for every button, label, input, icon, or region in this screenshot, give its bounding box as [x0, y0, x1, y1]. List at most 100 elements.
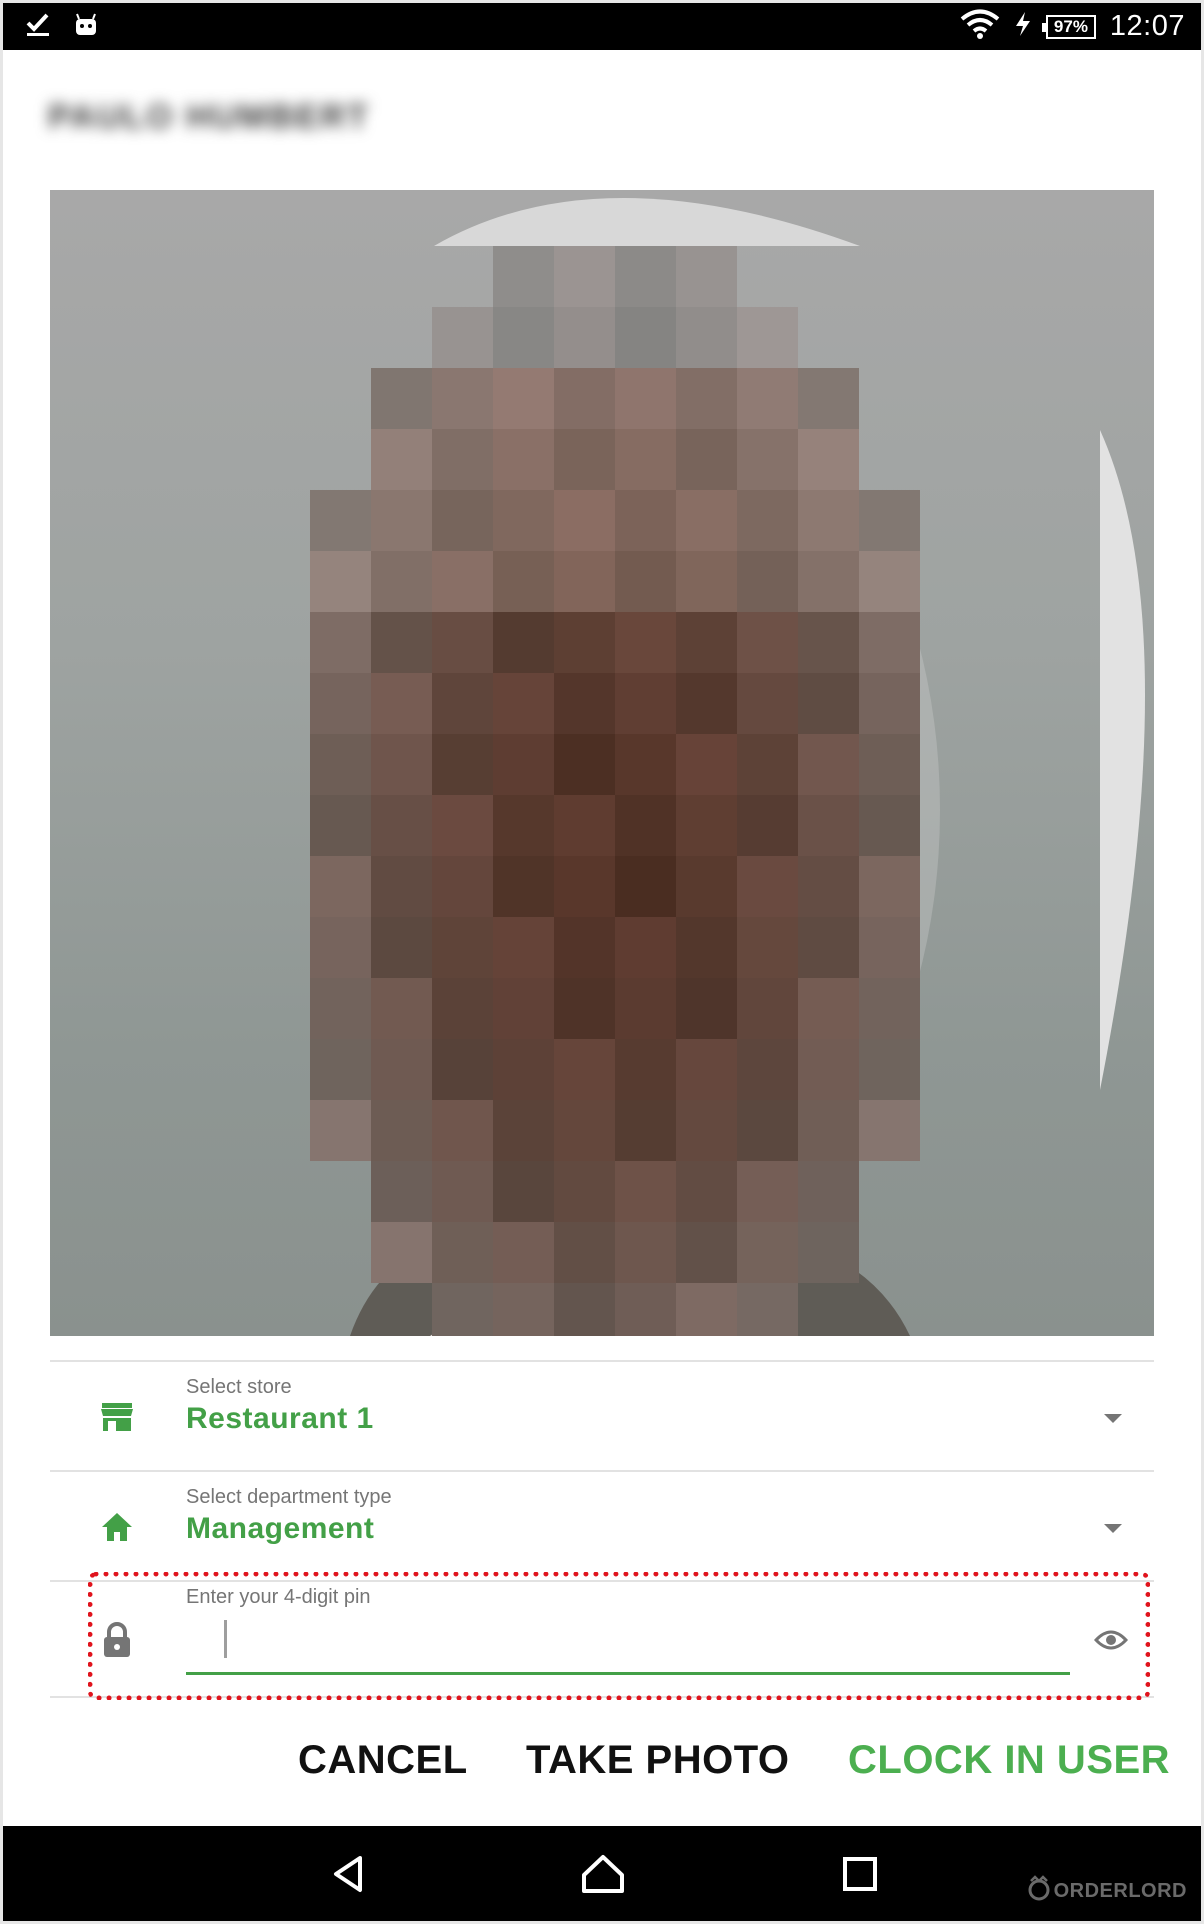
- pixel-block: [432, 307, 493, 368]
- chevron-down-icon[interactable]: [1104, 1414, 1122, 1423]
- pixel-block: [859, 612, 920, 673]
- pixel-block: [676, 246, 737, 307]
- pixel-block: [737, 978, 798, 1039]
- user-name: PAULO HUMBERT: [48, 98, 370, 136]
- department-value[interactable]: Management: [186, 1512, 374, 1546]
- navigation-bar: ORDERLORD: [3, 1826, 1201, 1921]
- pixel-block: [371, 1100, 432, 1161]
- pixel-block: [676, 612, 737, 673]
- charging-icon: [1014, 11, 1032, 42]
- pixel-block: [432, 551, 493, 612]
- pixel-block: [554, 490, 615, 551]
- pixel-block: [737, 1222, 798, 1283]
- pixel-block: [676, 795, 737, 856]
- pixel-block: [554, 551, 615, 612]
- pixel-block: [371, 1161, 432, 1222]
- pixel-block: [310, 490, 371, 551]
- clock-in-user-button[interactable]: CLOCK IN USER: [848, 1738, 1170, 1783]
- pixel-block: [310, 612, 371, 673]
- pixel-block: [859, 1100, 920, 1161]
- pixel-block: [615, 551, 676, 612]
- pixel-block: [615, 1222, 676, 1283]
- pixel-block: [615, 1039, 676, 1100]
- pixel-block: [493, 490, 554, 551]
- pixel-block: [737, 490, 798, 551]
- pixel-block: [798, 917, 859, 978]
- pixel-block: [310, 673, 371, 734]
- pixel-block: [798, 1039, 859, 1100]
- pixel-block: [859, 795, 920, 856]
- pixel-block: [371, 429, 432, 490]
- pixel-block: [554, 795, 615, 856]
- pixel-block: [432, 490, 493, 551]
- pixel-block: [432, 734, 493, 795]
- pixel-block: [737, 612, 798, 673]
- pixel-block: [798, 612, 859, 673]
- recents-icon[interactable]: [815, 1826, 905, 1921]
- pixel-block: [676, 1283, 737, 1336]
- pixel-block: [310, 1100, 371, 1161]
- orderlord-logo: ORDERLORD: [1026, 1875, 1187, 1907]
- pixel-block: [676, 429, 737, 490]
- pixel-block: [737, 551, 798, 612]
- pixel-block: [310, 978, 371, 1039]
- crown-icon: [1026, 1875, 1052, 1907]
- pixel-block: [554, 1100, 615, 1161]
- pixel-block: [432, 673, 493, 734]
- pixel-block: [371, 917, 432, 978]
- pixel-block: [432, 1100, 493, 1161]
- pixel-block: [554, 734, 615, 795]
- home-nav-icon[interactable]: [558, 1826, 648, 1921]
- take-photo-button[interactable]: TAKE PHOTO: [526, 1738, 790, 1783]
- pixel-block: [554, 429, 615, 490]
- chevron-down-icon[interactable]: [1104, 1524, 1122, 1533]
- pixel-block: [371, 978, 432, 1039]
- camera-photo[interactable]: [50, 190, 1154, 1336]
- pixel-block: [676, 551, 737, 612]
- pixel-block: [310, 551, 371, 612]
- pixel-block: [615, 795, 676, 856]
- pixel-block: [798, 1161, 859, 1222]
- pixel-block: [554, 1161, 615, 1222]
- pixel-block: [493, 1161, 554, 1222]
- pixel-block: [615, 612, 676, 673]
- pixel-block: [493, 795, 554, 856]
- pixel-block: [676, 978, 737, 1039]
- pixel-block: [432, 917, 493, 978]
- pixel-block: [432, 1039, 493, 1100]
- pixel-block: [554, 917, 615, 978]
- pixel-block: [615, 246, 676, 307]
- pixel-block: [676, 856, 737, 917]
- back-icon[interactable]: [303, 1826, 393, 1921]
- store-value[interactable]: Restaurant 1: [186, 1402, 374, 1436]
- store-label: Select store: [186, 1376, 292, 1398]
- pixel-block: [371, 1222, 432, 1283]
- pixel-block: [371, 551, 432, 612]
- pixel-block: [859, 917, 920, 978]
- pixel-block: [493, 917, 554, 978]
- cancel-button[interactable]: CANCEL: [298, 1738, 468, 1783]
- pixel-block: [676, 1222, 737, 1283]
- status-clock: 12:07: [1109, 10, 1185, 42]
- pixel-block: [798, 551, 859, 612]
- pixel-block: [676, 307, 737, 368]
- pixel-block: [432, 1283, 493, 1336]
- pixel-block: [798, 856, 859, 917]
- pixel-block: [310, 795, 371, 856]
- pixel-block: [493, 551, 554, 612]
- pixel-block: [310, 917, 371, 978]
- pixel-block: [798, 490, 859, 551]
- pixel-block: [432, 1161, 493, 1222]
- pixel-block: [310, 734, 371, 795]
- pixel-block: [737, 429, 798, 490]
- pixel-block: [493, 978, 554, 1039]
- pixel-block: [737, 856, 798, 917]
- pixel-block: [859, 490, 920, 551]
- pixel-block: [493, 734, 554, 795]
- department-label: Select department type: [186, 1486, 392, 1508]
- pixel-block: [798, 673, 859, 734]
- pixel-block: [615, 856, 676, 917]
- pixelated-face: [310, 246, 920, 1336]
- pixel-block: [493, 1222, 554, 1283]
- pixel-block: [554, 1222, 615, 1283]
